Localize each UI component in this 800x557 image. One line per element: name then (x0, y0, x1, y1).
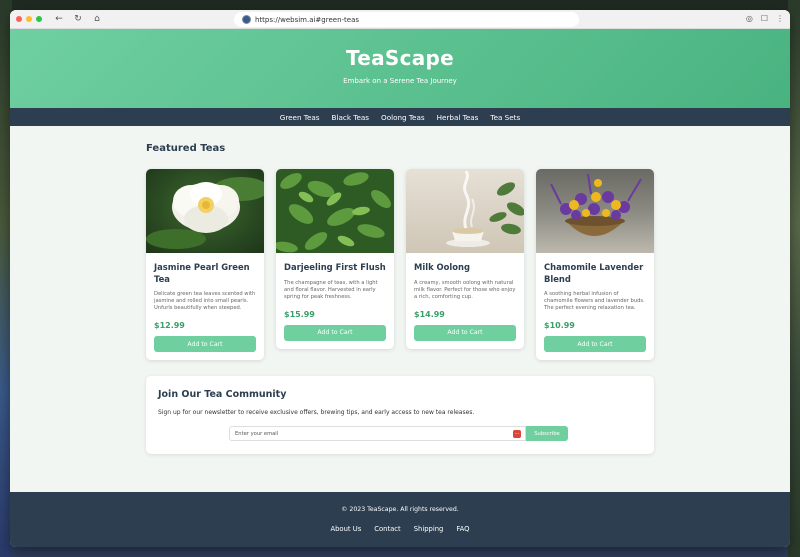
product-name: Chamomile Lavender Blend (544, 262, 644, 284)
add-to-cart-button[interactable]: Add to Cart (414, 324, 516, 341)
browser-window: ← ↻ ⌂ https://websim.ai#green-teas ◎ ☐ ⋮… (10, 10, 790, 547)
product-card: Jasmine Pearl Green Tea Delicate green t… (146, 169, 264, 360)
site-favicon-icon (242, 15, 251, 24)
add-to-cart-button[interactable]: Add to Cart (544, 336, 646, 352)
product-name: Milk Oolong (414, 262, 471, 272)
home-icon[interactable]: ⌂ (92, 14, 102, 24)
jasmine-flower-image (146, 169, 264, 253)
footer-links: About Us Contact Shipping FAQ (10, 525, 790, 533)
reload-icon[interactable]: ↻ (73, 14, 83, 24)
newsletter-form: Enter your email ⋯ Subscribe (229, 426, 568, 441)
browser-toolbar: ← ↻ ⌂ https://websim.ai#green-teas ◎ ☐ ⋮ (10, 10, 790, 29)
maximize-window-button[interactable] (36, 16, 42, 22)
site-tagline: Embark on a Serene Tea Journey (343, 77, 457, 85)
site-footer: © 2023 TeaScape. All rights reserved. Ab… (10, 492, 790, 547)
teacup-image (406, 169, 524, 253)
menu-dots-icon[interactable]: ⋮ (776, 14, 784, 23)
category-nav: Green Teas Black Teas Oolong Teas Herbal… (10, 108, 790, 126)
add-to-cart-button[interactable]: Add to Cart (284, 324, 386, 341)
password-manager-icon[interactable]: ⋯ (513, 430, 521, 438)
featured-title: Featured Teas (146, 143, 226, 154)
subscribe-button[interactable]: Subscribe (526, 426, 568, 441)
product-description: The champagne of teas, with a light and … (284, 279, 378, 300)
footer-link-about[interactable]: About Us (330, 525, 361, 533)
email-placeholder: Enter your email (235, 430, 279, 437)
nav-black-teas[interactable]: Black Teas (332, 113, 369, 122)
tea-leaves-image (276, 169, 394, 253)
newsletter-title: Join Our Tea Community (158, 389, 287, 400)
nav-oolong-teas[interactable]: Oolong Teas (381, 113, 425, 122)
product-name: Jasmine Pearl Green Tea (154, 262, 250, 284)
minimize-window-button[interactable] (26, 16, 32, 22)
product-price: $12.99 (154, 321, 185, 330)
url-text: https://websim.ai#green-teas (255, 15, 360, 24)
product-grid: Jasmine Pearl Green Tea Delicate green t… (146, 169, 654, 360)
product-price: $14.99 (414, 309, 445, 319)
product-name: Darjeeling First Flush (284, 262, 386, 272)
newsletter-text: Sign up for our newsletter to receive ex… (158, 409, 475, 416)
window-controls (16, 16, 42, 22)
footer-link-shipping[interactable]: Shipping (414, 525, 444, 533)
product-card: Darjeeling First Flush The champagne of … (276, 169, 394, 349)
site-title: TeaScape (345, 46, 455, 70)
newsletter-section: Join Our Tea Community Sign up for our n… (146, 376, 654, 454)
address-bar[interactable]: https://websim.ai#green-teas (234, 12, 579, 27)
main-content: Featured Teas Jasmine Pearl Green Tea De… (146, 143, 654, 454)
product-price: $10.99 (544, 321, 575, 330)
product-description: A soothing herbal infusion of chamomile … (544, 291, 645, 311)
product-description: Delicate green tea leaves scented with j… (154, 291, 256, 311)
flower-bowl-image (536, 169, 654, 253)
email-input[interactable]: Enter your email ⋯ (229, 426, 526, 441)
hero-banner: TeaScape Embark on a Serene Tea Journey (10, 29, 790, 108)
add-to-cart-button[interactable]: Add to Cart (154, 336, 256, 352)
footer-link-faq[interactable]: FAQ (456, 525, 469, 533)
nav-herbal-teas[interactable]: Herbal Teas (437, 113, 479, 122)
nav-green-teas[interactable]: Green Teas (280, 113, 320, 122)
extension-icon[interactable]: ◎ (746, 14, 753, 23)
nav-tea-sets[interactable]: Tea Sets (490, 113, 520, 122)
product-card: Milk Oolong A creamy, smooth oolong with… (406, 169, 524, 349)
close-window-button[interactable] (16, 16, 22, 22)
bookmark-icon[interactable]: ☐ (761, 14, 768, 23)
footer-link-contact[interactable]: Contact (374, 525, 400, 533)
copyright-text: © 2023 TeaScape. All rights reserved. (341, 506, 459, 513)
product-card: Chamomile Lavender Blend A soothing herb… (536, 169, 654, 360)
back-arrow-icon[interactable]: ← (54, 14, 64, 24)
product-price: $15.99 (284, 309, 315, 319)
product-description: A creamy, smooth oolong with natural mil… (414, 279, 516, 300)
